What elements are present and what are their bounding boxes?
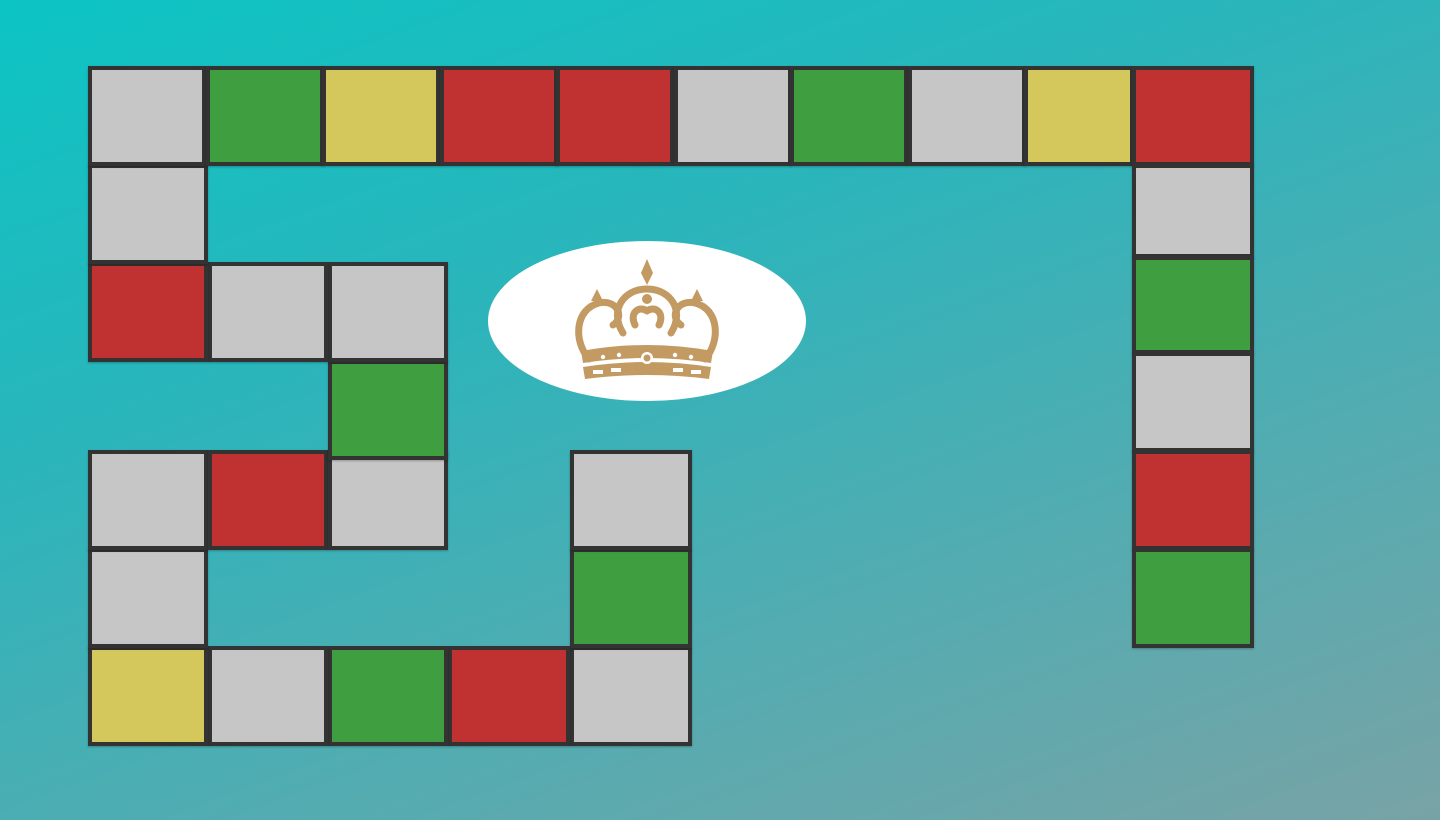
board-tile-red [440, 66, 558, 166]
board-tile-gray [208, 262, 328, 362]
board-tile-gray [88, 164, 208, 264]
board-tile-gray [570, 646, 692, 746]
crown-badge [488, 241, 806, 401]
board-tile-yellow [1024, 66, 1134, 166]
board-tile-green [206, 66, 324, 166]
board-tile-gray [328, 262, 448, 362]
board-tile-green [570, 548, 692, 648]
board-tile-red [208, 450, 328, 550]
board-tile-gray [570, 450, 692, 550]
board-tile-gray [88, 548, 208, 648]
board-tile-yellow [88, 646, 208, 746]
board-tile-gray [88, 66, 206, 166]
board-tile-red [88, 262, 208, 362]
game-board [0, 0, 1440, 820]
board-tile-green [328, 646, 448, 746]
board-tile-green [328, 360, 448, 460]
board-tile-green [790, 66, 908, 166]
board-tile-gray [674, 66, 792, 166]
board-tile-red [556, 66, 674, 166]
board-tile-green [1132, 256, 1254, 354]
board-tile-red [448, 646, 570, 746]
board-tile-gray [908, 66, 1026, 166]
board-tile-gray [88, 450, 208, 550]
board-tile-gray [328, 450, 448, 550]
board-tile-gray [1132, 352, 1254, 452]
crown-icon [575, 259, 719, 379]
board-tile-red [1132, 450, 1254, 550]
board-tile-green [1132, 548, 1254, 648]
board-tile-red [1132, 66, 1254, 166]
board-tile-yellow [322, 66, 440, 166]
board-tile-gray [208, 646, 328, 746]
board-tile-gray [1132, 164, 1254, 258]
